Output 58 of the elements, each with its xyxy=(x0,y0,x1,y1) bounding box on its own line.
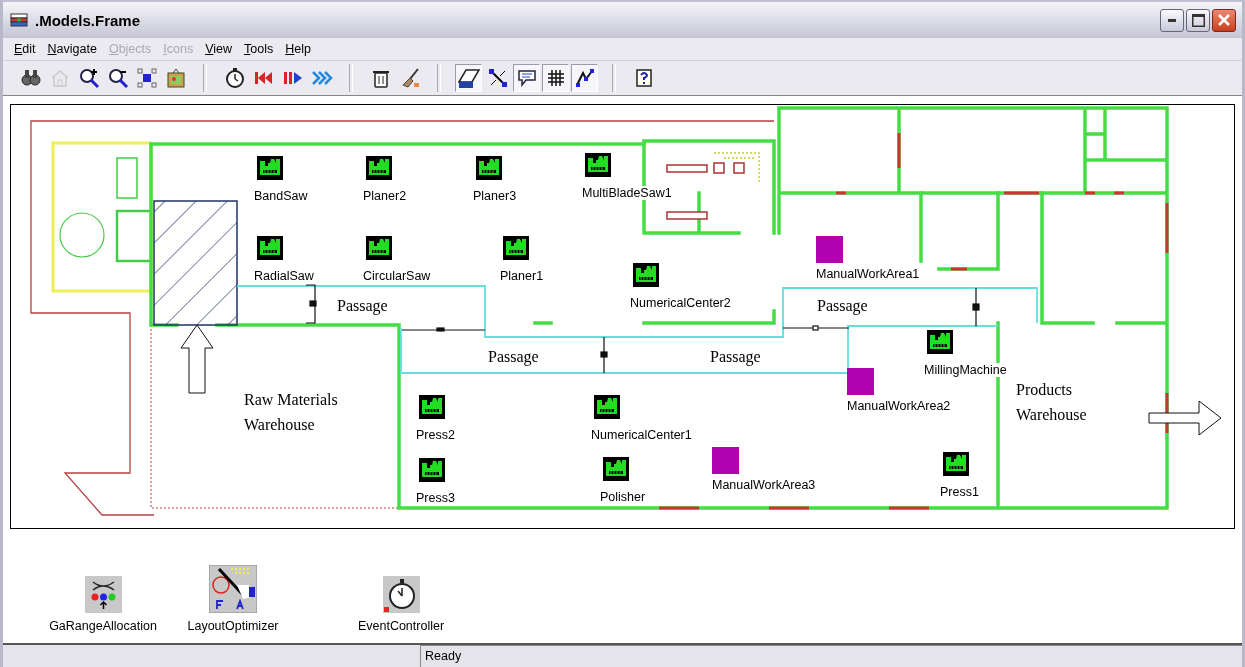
machine-label: NumericalCenter2 xyxy=(630,296,731,310)
menu-item[interactable]: Navigate xyxy=(41,40,103,58)
maximize-icon xyxy=(1191,13,1205,27)
minimize-icon xyxy=(1168,18,1176,22)
app-icon xyxy=(9,12,29,28)
up-arrow xyxy=(180,324,214,394)
maximize-button[interactable] xyxy=(1186,8,1210,32)
machine-label: ManualWorkArea3 xyxy=(712,478,816,492)
component-label: GaRangeAllocation xyxy=(49,619,157,633)
zoom-out-icon xyxy=(106,67,129,89)
menu-item[interactable]: Edit xyxy=(8,40,42,58)
machine-label: Polisher xyxy=(600,490,646,504)
speech-bubble-icon xyxy=(515,67,538,89)
machine-label: Press3 xyxy=(416,491,455,505)
machine-label: BandSaw xyxy=(254,189,308,203)
area-label: Passage xyxy=(337,296,388,317)
machine-label: Planer1 xyxy=(500,269,544,283)
dna-icon xyxy=(84,576,122,613)
machine-label: ManualWorkArea2 xyxy=(847,399,951,413)
close-icon xyxy=(1218,14,1230,26)
binoculars-icon xyxy=(19,67,42,89)
toolbar-button[interactable] xyxy=(513,64,540,92)
close-button[interactable] xyxy=(1212,8,1236,32)
toolbar-button[interactable] xyxy=(542,64,569,92)
picture-frame-icon xyxy=(164,67,187,89)
area-label: Products Warehouse xyxy=(1016,380,1087,425)
machine-label: Press2 xyxy=(416,428,455,442)
machine-label: ManualWorkArea1 xyxy=(816,267,920,281)
machine-label: CircularSaw xyxy=(363,269,431,283)
area-label: Passage xyxy=(710,347,761,368)
menu-item[interactable]: Tools xyxy=(238,40,280,58)
component-label: EventController xyxy=(357,619,445,633)
menu-item[interactable]: Help xyxy=(279,40,317,58)
stopwatch-icon xyxy=(382,576,420,613)
machine-label: MillingMachine xyxy=(924,363,1007,377)
zoom-in-icon xyxy=(77,67,100,89)
fit-selection-icon xyxy=(135,67,158,89)
area-label: Passage xyxy=(488,347,539,368)
route-icon xyxy=(573,67,596,89)
optimizer-icon xyxy=(209,565,257,613)
stopwatch-icon xyxy=(223,67,246,89)
machine-label: NumericalCenter1 xyxy=(591,428,692,442)
connector-icon xyxy=(486,67,509,89)
menu-item[interactable]: View xyxy=(199,40,239,58)
machine-label: Planer2 xyxy=(363,189,407,203)
area-label: Raw Materials Warehouse xyxy=(244,390,338,435)
area-label: Passage xyxy=(817,296,868,317)
eraser-icon xyxy=(457,67,480,89)
toolbar-button[interactable] xyxy=(455,64,482,92)
window-title: .Models.Frame xyxy=(35,11,141,29)
status-text: Ready xyxy=(420,645,1242,667)
machine-label: RadialSaw xyxy=(254,269,314,283)
minimize-button[interactable] xyxy=(1160,8,1184,32)
component-label: LayoutOptimizer xyxy=(187,619,279,633)
toolbar-button[interactable] xyxy=(571,64,598,92)
machine-label: MultiBladeSaw1 xyxy=(582,186,672,200)
machine-label: Planer3 xyxy=(473,189,517,203)
machine-label: Press1 xyxy=(940,485,979,499)
